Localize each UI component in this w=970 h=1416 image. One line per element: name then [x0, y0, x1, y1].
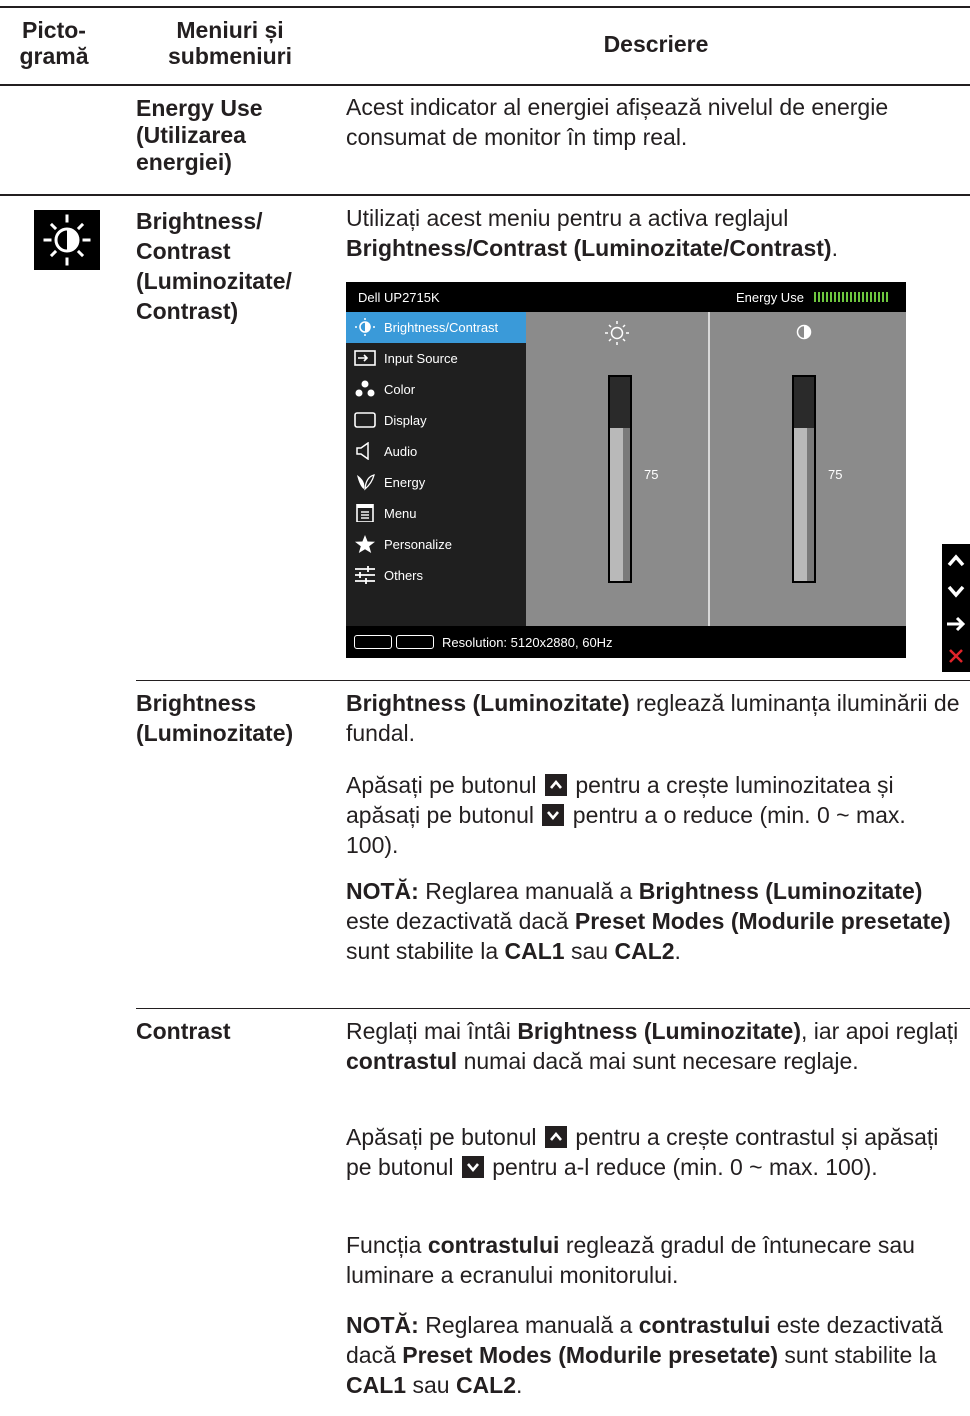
input-source-icon	[354, 349, 376, 367]
menu-icon	[354, 503, 376, 523]
row-contrast-name: Contrast	[136, 1018, 231, 1044]
osd-menu-item-personalize[interactable]: Personalize	[346, 529, 526, 560]
right-arrow-icon	[947, 616, 966, 632]
top-rule	[0, 6, 970, 8]
sun-icon	[604, 320, 630, 351]
energy-meter	[814, 292, 890, 302]
color-icon	[354, 380, 376, 398]
header-rule	[0, 84, 970, 86]
osd-bottom-bar: Resolution: 5120x2880, 60Hz	[346, 626, 906, 658]
osd-menu-item-color[interactable]: Color	[346, 374, 526, 405]
brightness-slider-fill	[610, 428, 630, 581]
others-icon	[354, 566, 376, 584]
port-icon	[354, 635, 392, 649]
down-button[interactable]	[942, 576, 970, 608]
down-icon	[461, 1156, 484, 1178]
osd-resolution: Resolution: 5120x2880, 60Hz	[442, 635, 613, 650]
osd-menu-item-brightness-contrast[interactable]: Brightness/Contrast	[346, 312, 526, 343]
row-brightness-p2: Apăsați pe butonul pentru a crește lumin…	[346, 772, 906, 858]
up-icon	[947, 554, 965, 567]
energy-icon	[354, 473, 376, 491]
audio-icon	[354, 441, 376, 461]
brightness-slider[interactable]	[608, 375, 632, 583]
display-icon	[354, 411, 376, 429]
contrast-slider[interactable]	[792, 375, 816, 583]
osd-menu-item-input-source[interactable]: Input Source	[346, 343, 526, 374]
contrast-icon	[796, 324, 812, 345]
row-brightness-name: Brightness (Luminozitate)	[136, 690, 294, 746]
osd-energy-label: Energy Use	[736, 290, 804, 305]
port-icon	[396, 635, 434, 649]
osd-menu-item-others[interactable]: Others	[346, 560, 526, 591]
osd-menu-label: Display	[384, 413, 427, 428]
osd-menu-label: Others	[384, 568, 424, 583]
osd-menu-label: Brightness/Contrast	[384, 320, 499, 335]
osd-menu-label: Energy	[384, 475, 426, 490]
osd-menu: Brightness/Contrast Input Source Color D…	[346, 312, 526, 626]
osd-model-name: Dell UP2715K	[358, 290, 440, 305]
brightness-value: 75	[644, 467, 659, 482]
osd-menu-item-audio[interactable]: Audio	[346, 436, 526, 467]
row-contrast-p1: Reglați mai întâi Brightness (Luminozita…	[346, 1018, 959, 1074]
row-contrast-p2: Apăsați pe butonul pentru a crește contr…	[346, 1124, 939, 1180]
down-icon	[947, 585, 965, 598]
up-icon	[544, 774, 567, 796]
contrast-slider-fill	[794, 428, 814, 581]
osd-screenshot: Dell UP2715K Energy Use Brightness/Contr…	[346, 282, 906, 658]
header-icon-column: Picto- gramă	[19, 17, 89, 69]
row-brightness-note: NOTĂ: Reglarea manuală a Brightness (Lum…	[346, 878, 951, 964]
osd-menu-label: Input Source	[384, 351, 458, 366]
row-brightness-contrast-name: Brightness/ Contrast (Luminozitate/ Cont…	[136, 208, 292, 324]
contrast-value: 75	[828, 467, 843, 482]
row-contrast-note: NOTĂ: Reglarea manuală a contrastului es…	[346, 1312, 943, 1398]
row-energy-use-desc: Acest indicator al energiei afișează niv…	[346, 94, 889, 150]
header-menus-column: Meniuri și submeniuri	[168, 17, 292, 69]
row-energy-use-name: Energy Use (Utilizarea energiei)	[136, 95, 263, 175]
brightness-contrast-icon	[34, 210, 100, 270]
osd-menu-label: Menu	[384, 506, 417, 521]
close-button[interactable]	[942, 640, 970, 672]
row-contrast-p3: Funcția contrastului reglează gradul de …	[346, 1232, 915, 1288]
row-rule	[136, 1008, 970, 1009]
close-icon	[949, 649, 963, 663]
brightness-contrast-icon	[354, 318, 376, 336]
up-icon	[544, 1126, 567, 1148]
header-description-column: Descriere	[603, 31, 709, 57]
down-icon	[542, 804, 565, 826]
star-icon	[354, 535, 376, 553]
osd-menu-item-energy[interactable]: Energy	[346, 467, 526, 498]
osd-menu-label: Personalize	[384, 537, 452, 552]
osd-contrast-panel: 75	[710, 312, 906, 626]
row-brightness-p1: Brightness (Luminozitate) reglează lumin…	[346, 690, 960, 746]
right-arrow-button[interactable]	[942, 608, 970, 640]
osd-top-bar: Dell UP2715K Energy Use	[346, 282, 906, 312]
row-rule	[136, 680, 970, 681]
row-brightness-contrast-desc: Utilizați acest meniu pentru a activa re…	[346, 205, 838, 261]
up-button[interactable]	[942, 544, 970, 576]
row-rule	[0, 194, 970, 196]
osd-menu-label: Audio	[384, 444, 418, 459]
osd-menu-item-menu[interactable]: Menu	[346, 498, 526, 529]
osd-menu-label: Color	[384, 382, 416, 397]
osd-menu-item-display[interactable]: Display	[346, 405, 526, 436]
osd-brightness-panel: 75	[526, 312, 708, 626]
